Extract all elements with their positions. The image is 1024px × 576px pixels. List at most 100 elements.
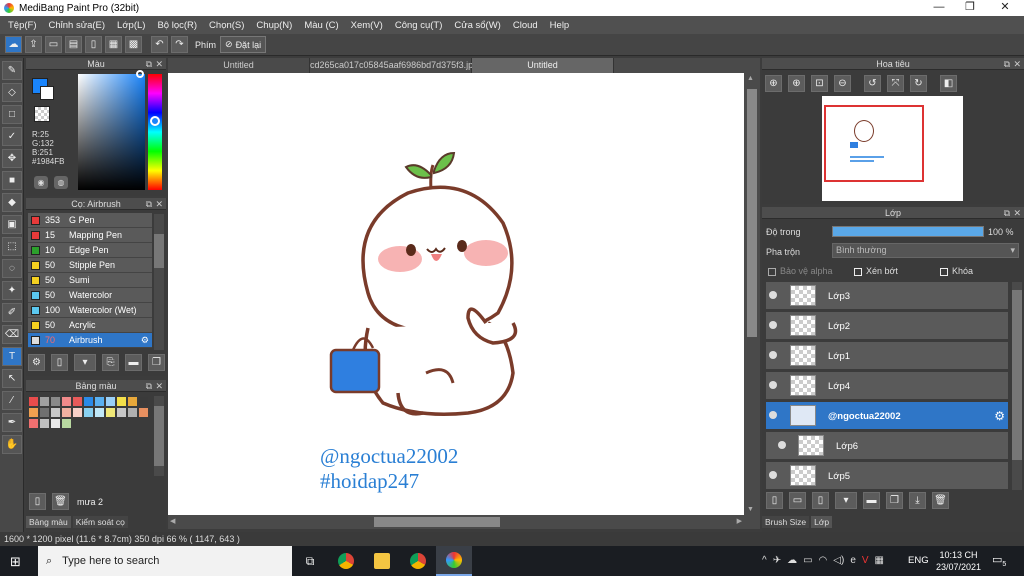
redo-icon[interactable]: ↷ xyxy=(171,36,188,53)
visibility-eye-icon[interactable] xyxy=(769,321,777,329)
new-layer-icon[interactable]: ▯ xyxy=(766,492,783,509)
chrome-icon[interactable] xyxy=(328,546,364,576)
visibility-eye-icon[interactable] xyxy=(769,351,777,359)
brush-folder-icon[interactable]: ▬ xyxy=(125,354,142,371)
menu-color[interactable]: Màu (C) xyxy=(298,20,344,31)
select-tool-icon[interactable]: ⬚ xyxy=(2,237,22,256)
menu-select[interactable]: Chọn(S) xyxy=(203,20,250,31)
palette-swatch[interactable] xyxy=(40,408,49,417)
select-eraser-tool-icon[interactable]: ⌫ xyxy=(2,325,22,344)
brush-item[interactable]: 50 Acrylic xyxy=(28,318,152,333)
layer-row[interactable]: Lớp6 xyxy=(766,432,1008,460)
undo-icon[interactable]: ↶ xyxy=(151,36,168,53)
clip-checkbox[interactable]: Xén bớt xyxy=(854,266,898,276)
palette-swatch[interactable] xyxy=(106,408,115,417)
tab-layer[interactable]: Lớp xyxy=(811,516,833,528)
divide-tool-icon[interactable]: ⁄ xyxy=(2,391,22,410)
saturation-value-picker[interactable] xyxy=(78,74,145,190)
eraser-tool-icon[interactable]: ◇ xyxy=(2,83,22,102)
transparent-color-swatch[interactable] xyxy=(34,106,50,122)
tray-cloud-icon[interactable]: ☁ xyxy=(787,555,797,566)
palette-swatch[interactable] xyxy=(73,397,82,406)
zoom-in-alt-icon[interactable]: ⊕ xyxy=(788,75,805,92)
layer-row[interactable]: Lớp5 xyxy=(766,462,1008,490)
comment-list-icon[interactable]: ▤ xyxy=(65,36,82,53)
palette-swatch[interactable] xyxy=(106,397,115,406)
delete-palette-icon[interactable]: 🗑 xyxy=(52,493,69,510)
tab-jpg-file[interactable]: cd265ca017c05845aaf6986bd7d375f3.jpg xyxy=(310,58,478,73)
menu-help[interactable]: Help xyxy=(544,20,576,31)
fill-rect-tool-icon[interactable]: ■ xyxy=(2,171,22,190)
flip-icon[interactable]: ◧ xyxy=(940,75,957,92)
layer-list-scrollbar[interactable] xyxy=(1012,282,1022,490)
palette-swatch[interactable] xyxy=(117,397,126,406)
duplicate-layer-icon[interactable]: ❐ xyxy=(886,492,903,509)
brush-item[interactable]: 50 Stipple Pen xyxy=(28,258,152,273)
layer-row[interactable]: Lớp1 xyxy=(766,342,1008,370)
visibility-eye-icon[interactable] xyxy=(769,381,777,389)
layer-row-selected[interactable]: @ngoctua22002 ⚙ xyxy=(766,402,1008,430)
rotate-left-icon[interactable]: ↺ xyxy=(864,75,881,92)
lock-checkbox[interactable]: Khóa xyxy=(940,266,973,276)
page-icon[interactable]: ▯ xyxy=(85,36,102,53)
zoom-out-icon[interactable]: ⊖ xyxy=(834,75,851,92)
menu-file[interactable]: Tệp(F) xyxy=(2,20,43,31)
palette-swatch[interactable] xyxy=(51,397,60,406)
tray-tablet-icon[interactable]: ▭ xyxy=(803,555,812,566)
tab-palette[interactable]: Bảng màu xyxy=(26,516,71,528)
clock[interactable]: 10:13 CH 23/07/2021 xyxy=(936,549,981,573)
palette-swatch[interactable] xyxy=(29,408,38,417)
rotate-right-icon[interactable]: ↻ xyxy=(910,75,927,92)
close-panel-icon[interactable]: ✕ xyxy=(155,380,163,392)
windows-start-icon[interactable]: ⊞ xyxy=(10,554,21,570)
brush-settings-icon[interactable]: ⚙ xyxy=(28,354,45,371)
select-pen-tool-icon[interactable]: ✐ xyxy=(2,303,22,322)
move-tool-icon[interactable]: ✥ xyxy=(2,149,22,168)
canvas-horizontal-scrollbar[interactable]: ◀ ▶ xyxy=(168,515,760,529)
palette-swatch[interactable] xyxy=(117,408,126,417)
new-folder-icon[interactable]: ▬ xyxy=(863,492,880,509)
layer-menu-icon[interactable]: ▾ xyxy=(835,492,857,509)
brush-copy-icon[interactable]: ⎘ xyxy=(102,354,119,371)
visibility-eye-icon[interactable] xyxy=(769,411,777,419)
menu-cloud[interactable]: Cloud xyxy=(507,20,544,31)
menu-snap[interactable]: Chụp(N) xyxy=(250,20,298,31)
tab-brush-control[interactable]: Kiểm soát cọ xyxy=(72,516,128,528)
undock-icon[interactable]: ⧉ xyxy=(146,198,152,210)
file-explorer-icon[interactable] xyxy=(364,546,400,576)
palette-swatch[interactable] xyxy=(29,397,38,406)
visibility-eye-icon[interactable] xyxy=(778,441,786,449)
new-halftone-layer-icon[interactable]: ▭ xyxy=(789,492,806,509)
palette-swatch[interactable] xyxy=(95,397,104,406)
palette-swatch[interactable] xyxy=(84,408,93,417)
delete-layer-icon[interactable]: 🗑 xyxy=(932,492,949,509)
rectangle-tool-icon[interactable]: □ xyxy=(2,105,22,124)
navigator-viewport-box[interactable] xyxy=(824,105,924,182)
keyboard-icon[interactable]: ▦ xyxy=(875,555,884,566)
cloud-icon[interactable]: ☁ xyxy=(5,36,22,53)
tray-vivaldi-icon[interactable]: V xyxy=(862,555,869,566)
bucket-tool-icon[interactable]: ◆ xyxy=(2,193,22,212)
brush-item[interactable]: 50 Sumi xyxy=(28,273,152,288)
undock-icon[interactable]: ⧉ xyxy=(1004,58,1010,70)
color-picker-icon[interactable]: ◍ xyxy=(54,176,68,189)
fit-icon[interactable]: ⊡ xyxy=(811,75,828,92)
task-view-icon[interactable]: ⧉ xyxy=(292,546,328,576)
share-icon[interactable]: ⇪ xyxy=(25,36,42,53)
taskbar-search-box[interactable]: ⌕ Type here to search xyxy=(38,546,292,576)
brush-item[interactable]: 70 Airbrush ⚙ xyxy=(28,333,152,348)
undock-icon[interactable]: ⧉ xyxy=(146,380,152,392)
brush-tool-icon[interactable]: ✎ xyxy=(2,61,22,80)
layer-row[interactable]: Lớp3 xyxy=(766,282,1008,310)
tray-edge-icon[interactable]: e xyxy=(850,555,856,566)
gradient-tool-icon[interactable]: ▣ xyxy=(2,215,22,234)
layer-row[interactable]: Lớp4 xyxy=(766,372,1008,400)
maximize-button[interactable]: ❐ xyxy=(955,0,985,16)
undock-icon[interactable]: ⧉ xyxy=(1004,207,1010,219)
operation-tool-icon[interactable]: ↖ xyxy=(2,369,22,388)
palette-swatch[interactable] xyxy=(62,408,71,417)
add-palette-icon[interactable]: ▯ xyxy=(29,493,46,510)
palette-swatch[interactable] xyxy=(95,408,104,417)
drawing-canvas[interactable]: @ngoctua22002 #hoidap247 xyxy=(168,73,744,515)
language-indicator[interactable]: ENG xyxy=(908,555,929,566)
